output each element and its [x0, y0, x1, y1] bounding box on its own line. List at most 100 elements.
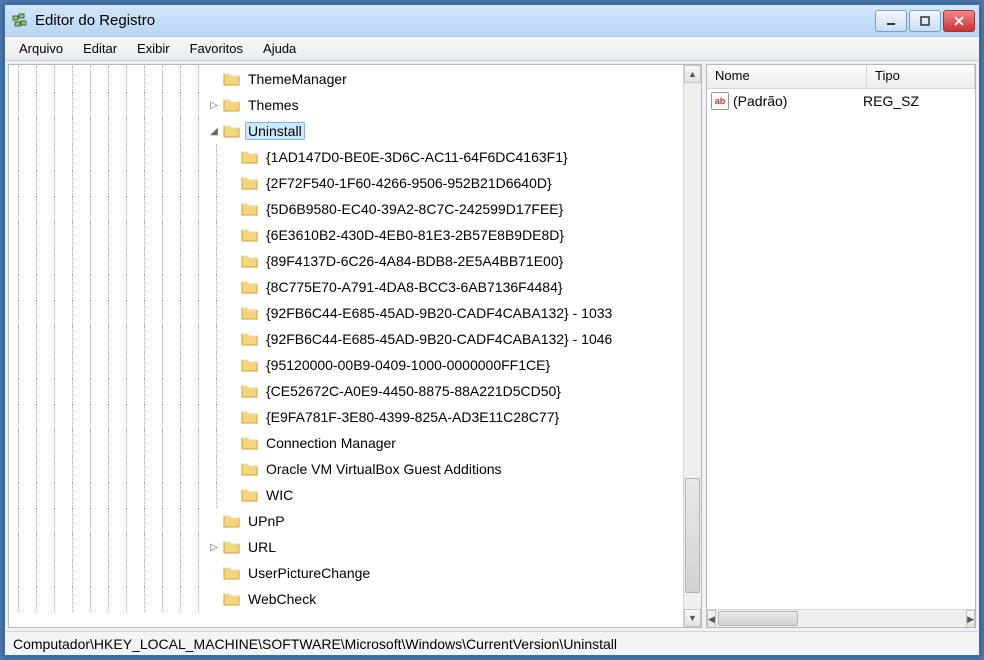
- tree-expander-icon: [225, 404, 239, 430]
- content-area: ThemeManager ▷Themes◢Uninstall{1AD147D0-B…: [5, 61, 979, 631]
- tree-item[interactable]: ▷Themes: [9, 92, 683, 118]
- window-controls: [875, 10, 975, 32]
- tree-expander-icon: [225, 430, 239, 456]
- maximize-button[interactable]: [909, 10, 941, 32]
- values-column-header: Nome Tipo: [707, 65, 975, 89]
- tree-expander-icon: [225, 196, 239, 222]
- scroll-right-button[interactable]: ▶: [966, 610, 975, 628]
- tree-expander-icon: [207, 586, 221, 612]
- titlebar[interactable]: Editor do Registro: [5, 5, 979, 37]
- values-panel: Nome Tipo ab(Padrão)REG_SZ ◀ ▶: [706, 64, 976, 628]
- close-button[interactable]: [943, 10, 975, 32]
- tree-item[interactable]: ◢Uninstall: [9, 118, 683, 144]
- tree-item[interactable]: {5D6B9580-EC40-39A2-8C7C-242599D17FEE}: [9, 196, 683, 222]
- tree-item[interactable]: {2F72F540-1F60-4266-9506-952B21D6640D}: [9, 170, 683, 196]
- menu-exibir[interactable]: Exibir: [127, 39, 180, 58]
- tree-item[interactable]: ▷ URL: [9, 534, 683, 560]
- folder-icon: [241, 461, 259, 477]
- tree-item-label: {E9FA781F-3E80-4399-825A-AD3E11C28C77}: [263, 408, 562, 426]
- value-name: (Padrão): [733, 93, 863, 109]
- tree-expander-icon: [225, 274, 239, 300]
- tree-item[interactable]: {1AD147D0-BE0E-3D6C-AC11-64F6DC4163F1}: [9, 144, 683, 170]
- folder-icon: [241, 175, 259, 191]
- tree-item[interactable]: {E9FA781F-3E80-4399-825A-AD3E11C28C77}: [9, 404, 683, 430]
- tree-item-label: {92FB6C44-E685-45AD-9B20-CADF4CABA132} -…: [263, 330, 615, 348]
- minimize-button[interactable]: [875, 10, 907, 32]
- tree-item-label: {6E3610B2-430D-4EB0-81E3-2B57E8B9DE8D}: [263, 226, 567, 244]
- folder-icon: [223, 565, 241, 581]
- tree-item-label: {2F72F540-1F60-4266-9506-952B21D6640D}: [263, 174, 555, 192]
- string-value-icon: ab: [711, 92, 729, 110]
- folder-icon: [223, 71, 241, 87]
- scroll-track-h[interactable]: [716, 610, 966, 627]
- tree-item-label: {8C775E70-A791-4DA8-BCC3-6AB7136F4484}: [263, 278, 566, 296]
- tree-item[interactable]: Oracle VM VirtualBox Guest Additions: [9, 456, 683, 482]
- tree-item[interactable]: {6E3610B2-430D-4EB0-81E3-2B57E8B9DE8D}: [9, 222, 683, 248]
- tree-item[interactable]: {95120000-00B9-0409-1000-0000000FF1CE}: [9, 352, 683, 378]
- folder-icon: [241, 409, 259, 425]
- tree-expander-icon: [225, 144, 239, 170]
- tree-item[interactable]: WIC: [9, 482, 683, 508]
- tree-expander-icon: [225, 170, 239, 196]
- folder-icon: [241, 357, 259, 373]
- tree-item-label: Oracle VM VirtualBox Guest Additions: [263, 460, 505, 478]
- scroll-down-button[interactable]: ▼: [684, 609, 701, 627]
- tree-scrollbar-vertical: ▲ ▼: [683, 65, 701, 627]
- tree-item-label: {CE52672C-A0E9-4450-8875-88A221D5CD50}: [263, 382, 564, 400]
- tree-expander-icon[interactable]: ◢: [207, 118, 221, 144]
- menu-favoritos[interactable]: Favoritos: [180, 39, 253, 58]
- tree-item-label: URL: [245, 538, 279, 556]
- statusbar-path: Computador\HKEY_LOCAL_MACHINE\SOFTWARE\M…: [13, 636, 617, 652]
- tree-panel: ThemeManager ▷Themes◢Uninstall{1AD147D0-B…: [8, 64, 702, 628]
- scroll-track[interactable]: [684, 83, 701, 609]
- menu-arquivo[interactable]: Arquivo: [9, 39, 73, 58]
- tree-item-label: UPnP: [245, 512, 288, 530]
- tree-expander-icon: [207, 560, 221, 586]
- tree-item-label: {5D6B9580-EC40-39A2-8C7C-242599D17FEE}: [263, 200, 566, 218]
- tree-item[interactable]: UPnP: [9, 508, 683, 534]
- tree-view[interactable]: ThemeManager ▷Themes◢Uninstall{1AD147D0-B…: [9, 65, 683, 627]
- scroll-thumb-h[interactable]: [718, 611, 798, 626]
- statusbar: Computador\HKEY_LOCAL_MACHINE\SOFTWARE\M…: [5, 631, 979, 655]
- folder-icon: [241, 279, 259, 295]
- tree-expander-icon: [225, 248, 239, 274]
- folder-icon: [241, 305, 259, 321]
- tree-expander-icon: [225, 222, 239, 248]
- tree-expander-icon: [225, 352, 239, 378]
- tree-item-label: ThemeManager: [245, 70, 350, 88]
- menu-ajuda[interactable]: Ajuda: [253, 39, 306, 58]
- tree-item[interactable]: {CE52672C-A0E9-4450-8875-88A221D5CD50}: [9, 378, 683, 404]
- folder-icon: [241, 201, 259, 217]
- scroll-thumb[interactable]: [685, 478, 700, 594]
- tree-item[interactable]: WebCheck: [9, 586, 683, 612]
- app-icon: [11, 12, 29, 30]
- column-header-type[interactable]: Tipo: [867, 65, 975, 88]
- folder-icon: [223, 513, 241, 529]
- folder-icon: [223, 591, 241, 607]
- tree-item[interactable]: {8C775E70-A791-4DA8-BCC3-6AB7136F4484}: [9, 274, 683, 300]
- registry-editor-window: Editor do Registro Arquivo Editar Exibir…: [4, 4, 980, 656]
- window-title: Editor do Registro: [35, 12, 875, 29]
- scroll-left-button[interactable]: ◀: [707, 610, 716, 628]
- tree-item[interactable]: ThemeManager: [9, 66, 683, 92]
- tree-item[interactable]: {92FB6C44-E685-45AD-9B20-CADF4CABA132} -…: [9, 300, 683, 326]
- folder-icon: [241, 253, 259, 269]
- tree-item[interactable]: {89F4137D-6C26-4A84-BDB8-2E5A4BB71E00}: [9, 248, 683, 274]
- value-row[interactable]: ab(Padrão)REG_SZ: [707, 89, 975, 113]
- tree-item[interactable]: {92FB6C44-E685-45AD-9B20-CADF4CABA132} -…: [9, 326, 683, 352]
- tree-item[interactable]: UserPictureChange: [9, 560, 683, 586]
- folder-icon: [241, 383, 259, 399]
- scroll-up-button[interactable]: ▲: [684, 65, 701, 83]
- tree-item-label: {92FB6C44-E685-45AD-9B20-CADF4CABA132} -…: [263, 304, 615, 322]
- tree-expander-icon: [207, 66, 221, 92]
- menu-editar[interactable]: Editar: [73, 39, 127, 58]
- tree-expander-icon[interactable]: ▷: [207, 92, 221, 118]
- column-header-name[interactable]: Nome: [707, 65, 867, 88]
- folder-icon: [223, 97, 241, 113]
- tree-expander-icon: [207, 508, 221, 534]
- tree-item[interactable]: Connection Manager: [9, 430, 683, 456]
- tree-expander-icon[interactable]: ▷: [207, 534, 221, 560]
- values-list[interactable]: ab(Padrão)REG_SZ: [707, 89, 975, 609]
- folder-icon: [223, 539, 241, 555]
- tree-expander-icon: [225, 456, 239, 482]
